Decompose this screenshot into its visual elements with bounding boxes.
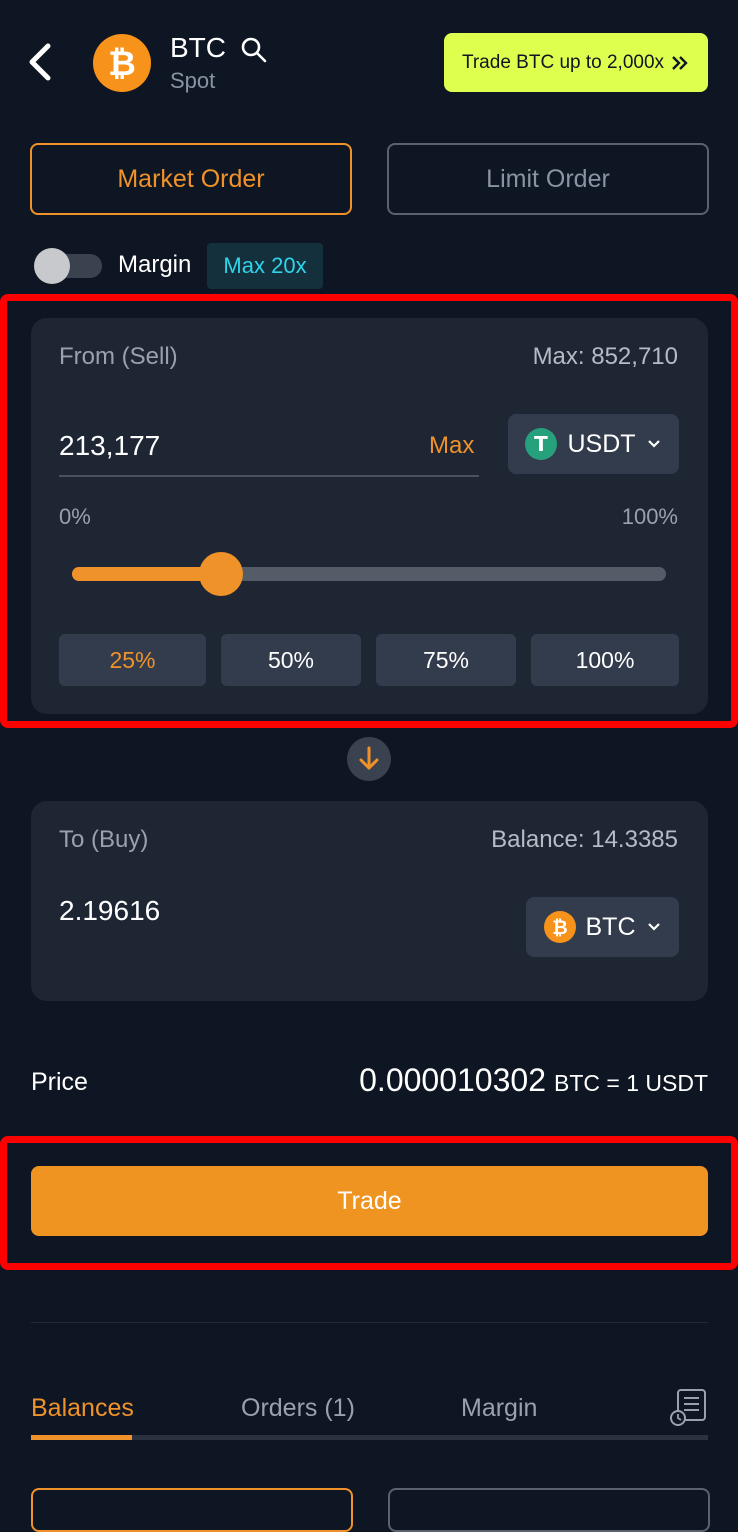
- pair-title: BTC: [170, 32, 226, 63]
- search-icon[interactable]: [240, 36, 268, 64]
- bitcoin-logo-icon: ₿: [93, 34, 151, 92]
- leverage-promo-button[interactable]: Trade BTC up to 2,000x: [444, 33, 708, 92]
- bitcoin-icon: ₿: [543, 911, 576, 943]
- price-unit: BTC = 1 USDT: [553, 1070, 708, 1096]
- price-label: Price: [31, 1068, 88, 1096]
- arrow-down-icon[interactable]: [347, 737, 391, 781]
- buy-token-selector[interactable]: ₿ BTC: [526, 897, 679, 957]
- bottom-action-left[interactable]: [31, 1488, 353, 1532]
- chevron-left-icon: [29, 43, 51, 81]
- tab-margin[interactable]: Margin: [461, 1394, 537, 1423]
- limit-order-tab[interactable]: Limit Order: [387, 143, 709, 215]
- double-chevron-right-icon: [672, 55, 688, 70]
- buy-token-label: BTC: [585, 912, 636, 941]
- section-divider: [31, 1322, 708, 1323]
- chevron-down-icon: [647, 923, 660, 931]
- margin-label: Margin: [118, 251, 192, 278]
- margin-toggle[interactable]: [34, 248, 102, 284]
- svg-text:₿: ₿: [552, 917, 567, 939]
- price-value-row: 0.000010302 BTC = 1 USDT: [359, 1062, 708, 1099]
- market-order-tab[interactable]: Market Order: [30, 143, 352, 215]
- tab-balances[interactable]: Balances: [31, 1394, 134, 1423]
- active-tab-indicator: [31, 1435, 132, 1440]
- bottom-action-right[interactable]: [388, 1488, 710, 1532]
- price-value: 0.000010302: [359, 1062, 546, 1098]
- order-history-icon[interactable]: [668, 1387, 708, 1427]
- svg-text:₿: ₿: [108, 44, 136, 84]
- back-button[interactable]: [22, 40, 62, 84]
- pair-market-type: Spot: [170, 68, 216, 93]
- max-leverage-badge: Max 20x: [207, 243, 323, 289]
- to-label: To (Buy): [59, 826, 149, 853]
- buy-amount-value: 2.19616: [59, 895, 161, 926]
- highlight-box-trade-button: [0, 1136, 738, 1270]
- toggle-knob: [34, 248, 70, 284]
- promo-label: Trade BTC up to 2,000x: [461, 51, 665, 73]
- tabs-underline: [31, 1435, 708, 1440]
- buy-balance: Balance: 14.3385: [491, 826, 678, 853]
- tab-orders[interactable]: Orders (1): [241, 1394, 355, 1423]
- highlight-box-sell-card: [0, 294, 738, 728]
